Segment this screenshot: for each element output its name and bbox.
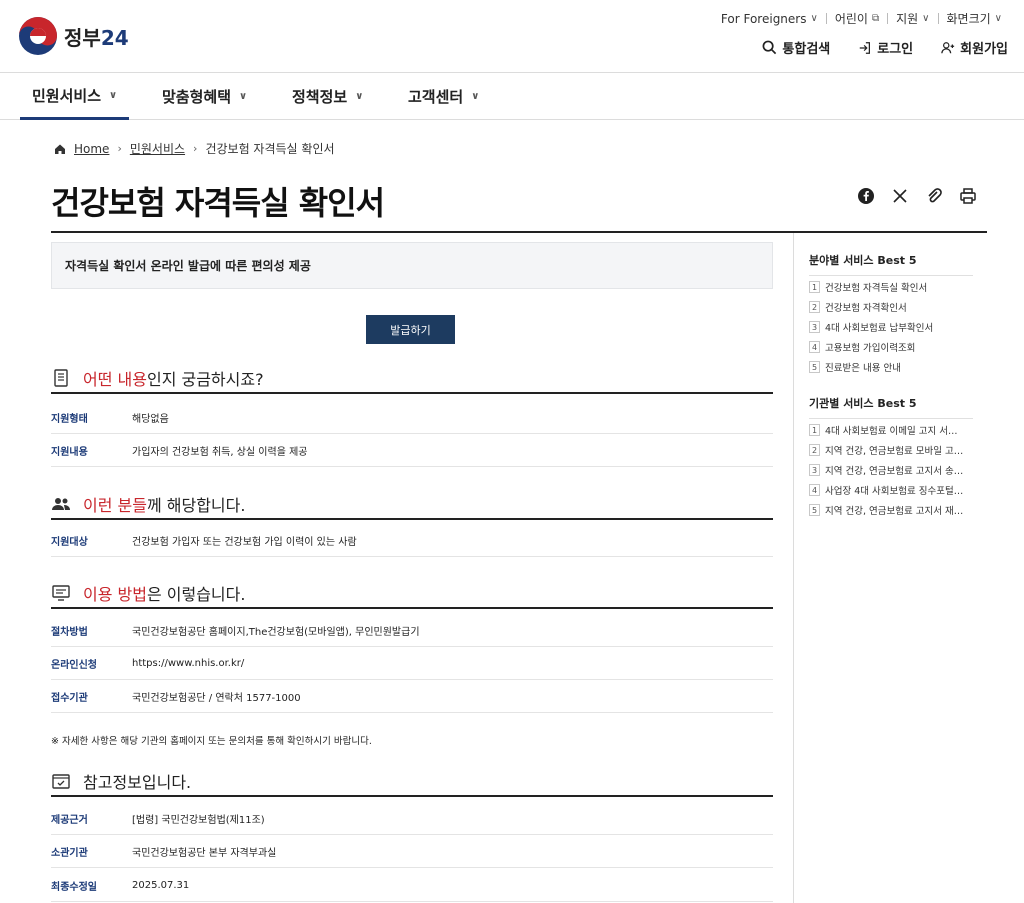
signup-button[interactable]: 회원가입 xyxy=(941,38,1008,57)
section-ref-heading: 참고정보입니다. xyxy=(51,767,773,797)
table-row: 지원내용 가입자의 건강보험 취득, 상실 이력을 제공 xyxy=(51,434,773,467)
table-row: 소관기관 국민건강보험공단 본부 자격부과실 xyxy=(51,835,773,868)
list-item[interactable]: 1 건강보험 자격득실 확인서 xyxy=(809,279,973,295)
table-row: 최종수정일 2025.07.31 xyxy=(51,869,773,902)
kids-link[interactable]: 어린이 ⧉ xyxy=(827,10,887,27)
section-what-heading: 어떤 내용인지 궁금하시죠? xyxy=(51,364,773,394)
attachment-icon[interactable] xyxy=(924,186,944,206)
table-row: 절차방법 국민건강보험공단 홈페이지,The건강보험(모바일앱), 무인민원발급기 xyxy=(51,614,773,647)
chevron-down-icon: ∨ xyxy=(994,13,1002,24)
issue-button[interactable]: 발급하기 xyxy=(366,315,455,344)
list-item[interactable]: 5 지역 건강, 연금보험료 고지서 재… xyxy=(809,502,973,518)
breadcrumb-home[interactable]: Home xyxy=(74,142,109,156)
taegeuk-logo-icon xyxy=(19,17,57,55)
chevron-down-icon: ∨ xyxy=(471,91,480,102)
chevron-right-icon: › xyxy=(117,142,122,155)
list-item[interactable]: 4 고용보험 가입이력조회 xyxy=(809,339,973,355)
list-item[interactable]: 1 4대 사회보험료 이메일 고지 서… xyxy=(809,422,973,438)
login-button[interactable]: 로그인 xyxy=(858,38,913,57)
org-best-title: 기관별 서비스 Best 5 xyxy=(809,395,973,419)
breadcrumb: Home › 민원서비스 › 건강보험 자격득실 확인서 xyxy=(54,140,335,157)
people-icon xyxy=(51,494,71,514)
user-add-icon xyxy=(941,41,955,53)
breadcrumb-current: 건강보험 자격득실 확인서 xyxy=(205,142,335,156)
screen-size-menu[interactable]: 화면크기 ∨ xyxy=(939,10,1011,27)
list-item[interactable]: 2 지역 건강, 연금보험료 모바일 고… xyxy=(809,442,973,458)
support-menu[interactable]: 지원 ∨ xyxy=(888,10,937,27)
page-title: 건강보험 자격득실 확인서 xyxy=(51,184,385,222)
list-item[interactable]: 2 건강보험 자격확인서 xyxy=(809,299,973,315)
nav-customer-center[interactable]: 고객센터 ∨ xyxy=(408,73,479,120)
section-who-heading: 이런 분들께 해당합니다. xyxy=(51,490,773,520)
notice-text: ※ 자세한 사항은 해당 기관의 홈페이지 또는 문의처를 통해 확인하시기 바… xyxy=(51,736,372,747)
site-header: 정부24 For Foreigners ∨ 어린이 ⧉ 지원 ∨ 화면크기 ∨ 통합검색… xyxy=(0,0,1024,73)
table-row: 지원형태 해당없음 xyxy=(51,401,773,434)
chevron-down-icon: ∨ xyxy=(922,13,930,24)
foreigners-menu[interactable]: For Foreigners ∨ xyxy=(713,12,826,26)
section-how-heading: 이용 방법은 이렇습니다. xyxy=(51,579,773,609)
facebook-icon[interactable] xyxy=(856,186,876,206)
share-tools xyxy=(856,186,978,206)
chevron-down-icon: ∨ xyxy=(109,89,118,101)
main-nav: 민원서비스 ∨ 맞춤형혜택 ∨ 정책정보 ∨ 고객센터 ∨ xyxy=(0,73,1024,120)
online-apply-link[interactable]: https://www.nhis.or.kr/ xyxy=(132,658,244,669)
monitor-icon xyxy=(51,583,71,603)
external-link-icon: ⧉ xyxy=(871,13,880,24)
nav-policy-info[interactable]: 정책정보 ∨ xyxy=(292,73,363,120)
list-item[interactable]: 3 지역 건강, 연금보험료 고지서 송… xyxy=(809,462,973,478)
list-item[interactable]: 3 4대 사회보험료 납부확인서 xyxy=(809,319,973,335)
home-icon xyxy=(55,144,65,154)
logo[interactable]: 정부24 xyxy=(18,16,129,56)
table-row[interactable]: 온라인신청 https://www.nhis.or.kr/ xyxy=(51,647,773,680)
chevron-down-icon: ∨ xyxy=(355,91,364,102)
utility-menu: For Foreigners ∨ 어린이 ⧉ 지원 ∨ 화면크기 ∨ xyxy=(713,10,1010,27)
chevron-down-icon: ∨ xyxy=(810,13,818,24)
x-icon[interactable] xyxy=(890,186,910,206)
nav-civil-service[interactable]: 민원서비스 ∨ xyxy=(20,73,130,120)
info-box-icon xyxy=(51,771,71,791)
document-icon xyxy=(51,368,71,388)
table-row: 접수기관 국민건강보험공단 / 연락처 1577-1000 xyxy=(51,680,773,713)
chevron-down-icon: ∨ xyxy=(239,91,248,102)
nav-custom-benefits[interactable]: 맞춤형혜택 ∨ xyxy=(162,73,247,120)
chevron-right-icon: › xyxy=(193,142,198,155)
table-row: 제공근거 [법령] 국민건강보험법(제11조) xyxy=(51,802,773,835)
sidebar: 분야별 서비스 Best 5 1 건강보험 자격득실 확인서 2 건강보험 자격확인… xyxy=(793,233,987,903)
search-button[interactable]: 통합검색 xyxy=(762,38,830,57)
print-icon[interactable] xyxy=(958,186,978,206)
search-icon xyxy=(762,40,777,55)
breadcrumb-civil[interactable]: 민원서비스 xyxy=(130,140,185,157)
table-row: 지원대상 건강보험 가입자 또는 건강보험 가입 이력이 있는 사람 xyxy=(51,524,773,557)
logo-text: 정부24 xyxy=(64,25,129,50)
login-icon xyxy=(860,41,871,54)
summary-box: 자격득실 확인서 온라인 발급에 따른 편의성 제공 xyxy=(51,242,773,289)
header-actions: 통합검색 로그인 회원가입 xyxy=(762,38,1008,57)
list-item[interactable]: 5 진료받은 내용 안내 xyxy=(809,359,973,375)
field-best-title: 분야별 서비스 Best 5 xyxy=(809,252,973,276)
list-item[interactable]: 4 사업장 4대 사회보험료 징수포털… xyxy=(809,482,973,498)
